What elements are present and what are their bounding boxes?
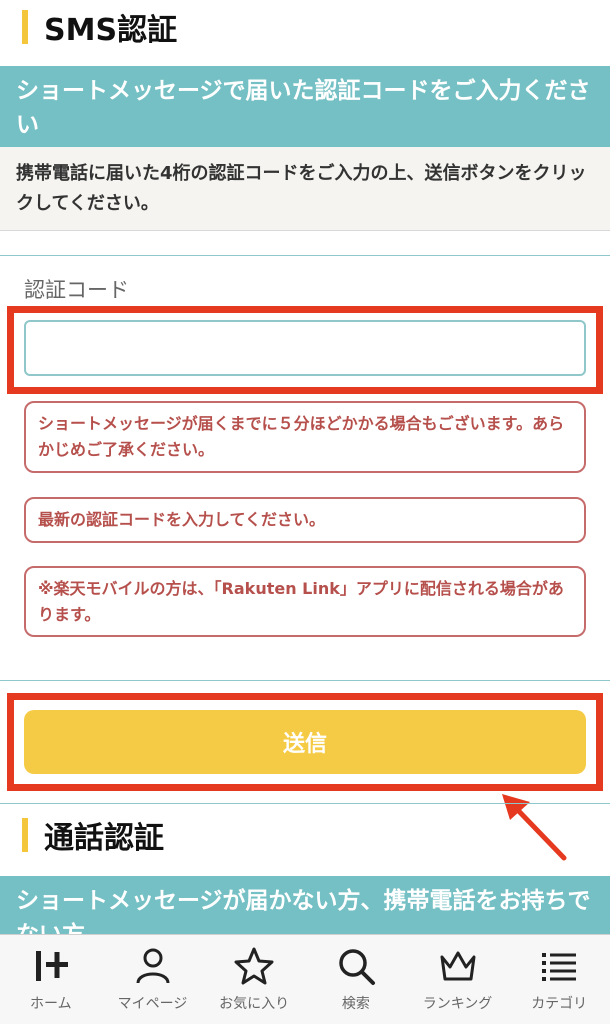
nav-label: お気に入り — [219, 996, 290, 1012]
nav-ranking[interactable]: ランキング — [407, 935, 509, 1024]
nav-favorites[interactable]: お気に入り — [203, 935, 305, 1024]
nav-search[interactable]: 検索 — [305, 935, 407, 1024]
nav-home[interactable]: ホーム — [0, 935, 102, 1024]
title-accent-bar — [22, 818, 28, 852]
sms-section-title: SMS認証 — [0, 2, 610, 52]
person-icon — [136, 948, 169, 984]
divider — [0, 680, 610, 681]
sms-title-text: SMS認証 — [44, 13, 178, 48]
nav-category[interactable]: カテゴリ — [508, 935, 610, 1024]
nav-label: ランキング — [422, 996, 493, 1012]
nav-mypage[interactable]: マイページ — [102, 935, 204, 1024]
nav-label: カテゴリ — [531, 996, 588, 1012]
instruction-text: 携帯電話に届いた4桁の認証コードをご入力の上、送信ボタンをクリックしてください。 — [0, 147, 610, 231]
crown-icon — [440, 951, 476, 981]
notice-latest-code: 最新の認証コードを入力してください。 — [24, 497, 586, 543]
verification-code-input[interactable] — [24, 320, 586, 376]
call-section-title: 通話認証 — [0, 810, 610, 860]
nav-label: 検索 — [341, 996, 370, 1012]
list-icon — [542, 953, 577, 981]
nav-label: マイページ — [117, 996, 188, 1012]
code-label: 認証コード — [24, 278, 129, 302]
call-title-text: 通話認証 — [44, 821, 164, 856]
divider — [0, 803, 610, 804]
notice-rakuten-link: ※楽天モバイルの方は、「Rakuten Link」アプリに配信される場合がありま… — [24, 566, 586, 637]
nav-label: ホーム — [30, 996, 72, 1012]
star-icon — [234, 947, 274, 985]
divider — [0, 255, 610, 256]
notice-delay: ショートメッセージが届くまでに５分ほどかかる場合もございます。あらかじめご了承く… — [24, 401, 586, 473]
search-icon — [339, 949, 375, 985]
sms-banner: ショートメッセージで届いた認証コードをご入力ください — [0, 66, 610, 147]
bottom-nav: ホーム マイページ お気に入り 検索 ランキング カテゴリ — [0, 934, 610, 1024]
title-accent-bar — [22, 10, 28, 44]
submit-button[interactable]: 送信 — [24, 710, 586, 774]
home-logo-icon — [35, 951, 68, 981]
